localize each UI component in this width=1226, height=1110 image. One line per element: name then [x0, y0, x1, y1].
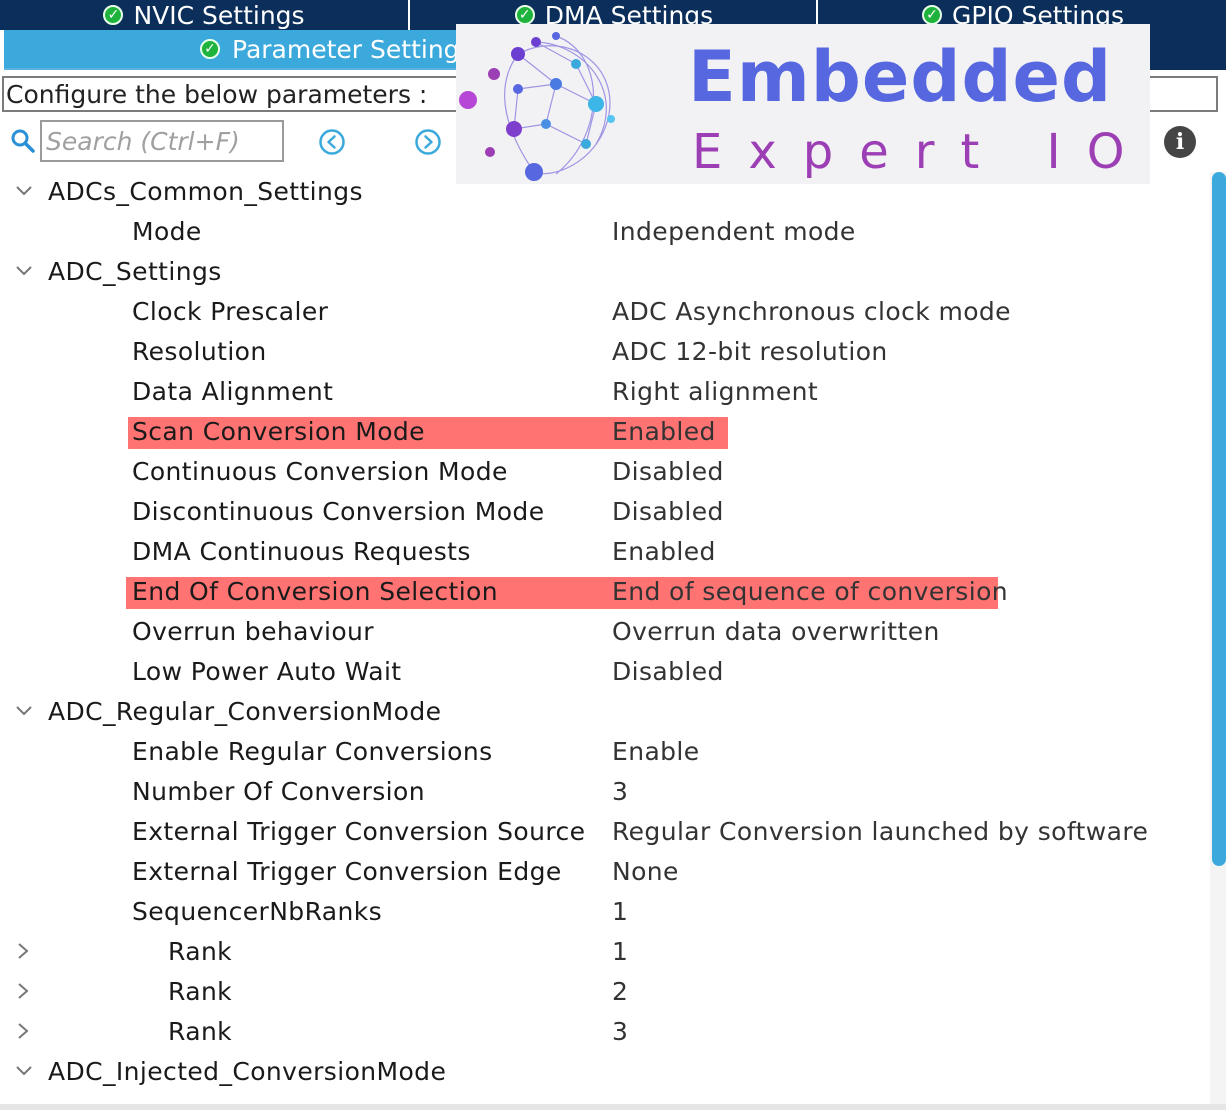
group-label: ADC_Settings [48, 257, 222, 286]
tab-label: Parameter Settings [232, 34, 473, 64]
network-globe-icon [459, 32, 615, 181]
group-adc-regular-conversion-mode[interactable]: ADC_Regular_ConversionMode [0, 691, 1210, 731]
tab-bar-filler [1150, 30, 1226, 70]
param-value[interactable]: Independent mode [612, 217, 856, 246]
previous-match-button[interactable] [318, 128, 346, 156]
param-label: Number Of Conversion [132, 777, 425, 806]
param-value[interactable]: Enabled [612, 417, 716, 446]
check-icon: ✓ [103, 5, 124, 25]
param-label: Rank [168, 1017, 233, 1046]
chevron-down-icon[interactable] [14, 183, 34, 199]
param-value[interactable]: Overrun data overwritten [612, 617, 940, 646]
scrollbar-thumb[interactable] [1212, 172, 1226, 866]
param-label: Low Power Auto Wait [132, 657, 402, 686]
param-label: Rank [168, 977, 233, 1006]
param-value[interactable]: End of sequence of conversion [612, 577, 1008, 606]
param-value[interactable]: Disabled [612, 457, 724, 486]
chevron-right-icon[interactable] [16, 981, 30, 1001]
param-row-data-alignment[interactable]: Data Alignment Right alignment [0, 371, 1210, 411]
search-icon [11, 129, 35, 153]
param-row-discontinuous-conversion-mode[interactable]: Discontinuous Conversion Mode Disabled [0, 491, 1210, 531]
chevron-down-icon[interactable] [14, 263, 34, 279]
param-label: Rank [168, 937, 233, 966]
bottom-divider [0, 1104, 1226, 1110]
param-row-external-trigger-source[interactable]: External Trigger Conversion Source Regul… [0, 811, 1210, 851]
group-label: ADC_Injected_ConversionMode [48, 1057, 447, 1086]
configure-text: Configure the below parameters : [6, 79, 428, 109]
group-label: ADC_Regular_ConversionMode [48, 697, 442, 726]
param-label: DMA Continuous Requests [132, 537, 471, 566]
param-row-continuous-conversion-mode[interactable]: Continuous Conversion Mode Disabled [0, 451, 1210, 491]
param-label: Resolution [132, 337, 267, 366]
param-label: End Of Conversion Selection [132, 577, 499, 606]
chevron-down-icon[interactable] [14, 703, 34, 719]
param-row-resolution[interactable]: Resolution ADC 12-bit resolution [0, 331, 1210, 371]
chevron-right-icon[interactable] [16, 1021, 30, 1041]
param-value[interactable]: 3 [612, 1017, 628, 1046]
param-row-low-power-auto-wait[interactable]: Low Power Auto Wait Disabled [0, 651, 1210, 691]
parameter-tree: ADCs_Common_Settings Mode Independent mo… [0, 171, 1210, 1091]
param-row-rank-2[interactable]: Rank 2 [0, 971, 1210, 1011]
group-adc-injected-conversion-mode[interactable]: ADC_Injected_ConversionMode [0, 1051, 1210, 1091]
check-icon: ✓ [922, 5, 942, 25]
next-match-button[interactable] [414, 128, 442, 156]
chevron-right-icon[interactable] [16, 941, 30, 961]
param-row-sequencer-nb-ranks[interactable]: SequencerNbRanks 1 [0, 891, 1210, 931]
embedded-expert-logo: Embedded Expert IO [456, 24, 1150, 184]
check-icon: ✓ [514, 5, 535, 25]
group-adcs-common-settings[interactable]: ADCs_Common_Settings [0, 171, 1210, 211]
param-value[interactable]: Enable [612, 737, 700, 766]
param-value[interactable]: ADC 12-bit resolution [612, 337, 888, 366]
group-adc-settings[interactable]: ADC_Settings [0, 251, 1210, 291]
chevron-down-icon[interactable] [14, 1063, 34, 1079]
param-value[interactable]: None [612, 857, 679, 886]
param-row-clock-prescaler[interactable]: Clock Prescaler ADC Asynchronous clock m… [0, 291, 1210, 331]
param-row-scan-conversion-mode[interactable]: Scan Conversion Mode Enabled [0, 411, 1210, 451]
param-value[interactable]: Regular Conversion launched by software [612, 817, 1148, 846]
param-row-number-of-conversion[interactable]: Number Of Conversion 3 [0, 771, 1210, 811]
param-value[interactable]: 1 [612, 937, 628, 966]
param-label: Scan Conversion Mode [132, 417, 425, 446]
param-label: Continuous Conversion Mode [132, 457, 508, 486]
param-value[interactable]: Disabled [612, 657, 724, 686]
param-row-enable-regular-conversions[interactable]: Enable Regular Conversions Enable [0, 731, 1210, 771]
param-label: Clock Prescaler [132, 297, 329, 326]
param-value[interactable]: Enabled [612, 537, 716, 566]
param-label: Mode [132, 217, 202, 246]
param-value[interactable]: 3 [612, 777, 628, 806]
param-label: Data Alignment [132, 377, 334, 406]
param-label: SequencerNbRanks [132, 897, 383, 926]
search-input[interactable] [40, 120, 284, 162]
param-label: Overrun behaviour [132, 617, 374, 646]
param-label: Enable Regular Conversions [132, 737, 493, 766]
param-value[interactable]: 1 [612, 897, 628, 926]
param-row-dma-continuous-requests[interactable]: DMA Continuous Requests Enabled [0, 531, 1210, 571]
param-value[interactable]: Right alignment [612, 377, 818, 406]
tab-nvic-settings[interactable]: ✓ NVIC Settings [0, 0, 410, 30]
check-icon: ✓ [200, 39, 220, 59]
param-label: External Trigger Conversion Source [132, 817, 586, 846]
param-label: Discontinuous Conversion Mode [132, 497, 545, 526]
param-row-end-of-conversion-selection[interactable]: End Of Conversion Selection End of seque… [0, 571, 1210, 611]
param-value[interactable]: 2 [612, 977, 628, 1006]
param-row-rank-1[interactable]: Rank 1 [0, 931, 1210, 971]
group-label: ADCs_Common_Settings [48, 177, 363, 206]
param-value[interactable]: Disabled [612, 497, 724, 526]
param-row-external-trigger-edge[interactable]: External Trigger Conversion Edge None [0, 851, 1210, 891]
param-row-rank-3[interactable]: Rank 3 [0, 1011, 1210, 1051]
logo-subtitle: Expert IO [692, 124, 1151, 180]
param-row-mode[interactable]: Mode Independent mode [0, 211, 1210, 251]
tab-label: NVIC Settings [133, 0, 305, 30]
info-icon[interactable]: i [1164, 126, 1196, 158]
param-label: External Trigger Conversion Edge [132, 857, 562, 886]
logo-title: Embedded [688, 36, 1113, 118]
param-row-overrun-behaviour[interactable]: Overrun behaviour Overrun data overwritt… [0, 611, 1210, 651]
param-value[interactable]: ADC Asynchronous clock mode [612, 297, 1011, 326]
